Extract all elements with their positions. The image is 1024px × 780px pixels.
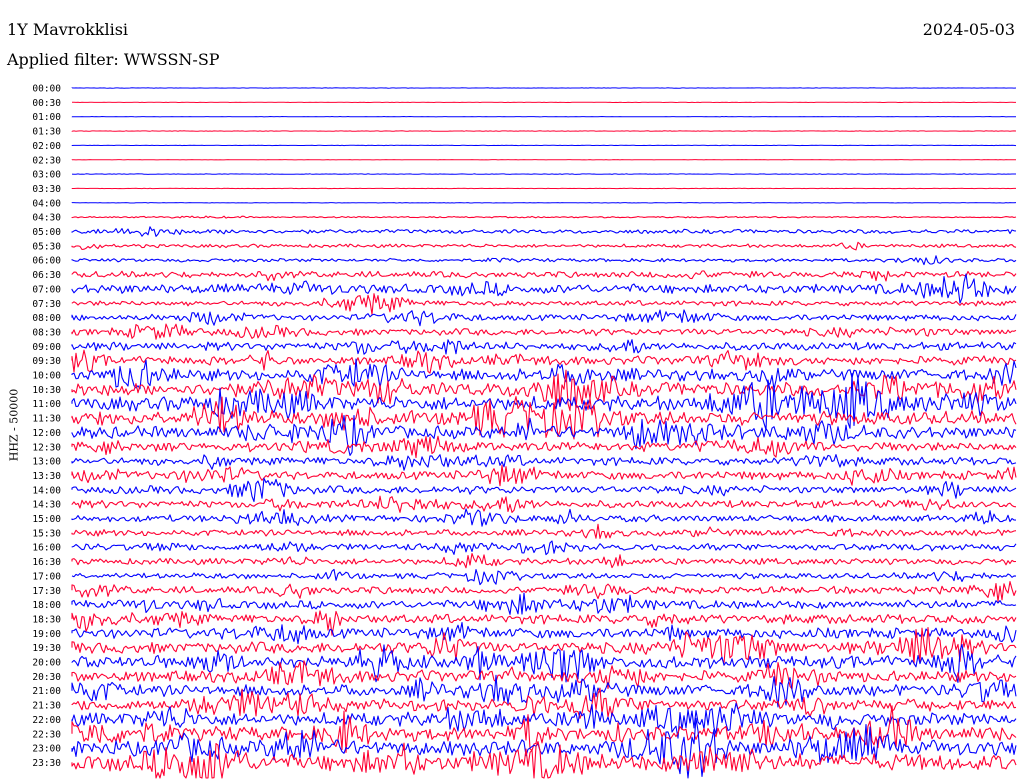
- trace-row-1030: [71, 369, 1017, 412]
- time-label-1100: 11:00: [32, 399, 61, 410]
- time-label-2030: 20:30: [32, 672, 61, 683]
- trace-row-1600: [71, 540, 1017, 556]
- time-label-0130: 01:30: [32, 127, 61, 138]
- trace-row-2300: [71, 717, 1017, 779]
- trace-row-0830: [71, 323, 1017, 340]
- time-label-0030: 00:30: [32, 98, 61, 109]
- time-label-1800: 18:00: [32, 600, 61, 611]
- time-label-0230: 02:30: [32, 155, 61, 166]
- time-label-1130: 11:30: [32, 414, 61, 425]
- time-label-0700: 07:00: [32, 284, 61, 295]
- trace-row-1200: [71, 414, 1017, 456]
- trace-row-0130: [71, 130, 1017, 132]
- trace-row-0430: [71, 215, 1017, 219]
- time-label-1930: 19:30: [32, 643, 61, 654]
- time-label-1630: 16:30: [32, 557, 61, 568]
- trace-row-0730: [71, 293, 1017, 315]
- time-label-0830: 08:30: [32, 327, 61, 338]
- time-label-1730: 17:30: [32, 586, 61, 597]
- time-label-0600: 06:00: [32, 256, 61, 267]
- trace-row-1700: [71, 568, 1017, 586]
- time-label-0400: 04:00: [32, 198, 61, 209]
- time-label-2200: 22:00: [32, 715, 61, 726]
- trace-row-0800: [71, 309, 1017, 327]
- trace-row-0600: [71, 255, 1017, 266]
- time-label-1600: 16:00: [32, 543, 61, 554]
- time-label-0200: 02:00: [32, 141, 61, 152]
- trace-row-0900: [71, 339, 1017, 355]
- time-label-0300: 03:00: [32, 170, 61, 181]
- trace-row-1500: [71, 508, 1017, 527]
- time-label-0930: 09:30: [32, 356, 61, 367]
- time-label-0430: 04:30: [32, 213, 61, 224]
- trace-row-1230: [71, 435, 1017, 459]
- time-label-1430: 14:30: [32, 500, 61, 511]
- trace-row-1330: [71, 464, 1017, 487]
- time-label-1300: 13:00: [32, 457, 61, 468]
- time-label-0500: 05:00: [32, 227, 61, 238]
- time-label-0530: 05:30: [32, 241, 61, 252]
- trace-row-0700: [71, 273, 1017, 304]
- trace-row-0400: [71, 202, 1017, 204]
- time-label-0900: 09:00: [32, 342, 61, 353]
- time-label-1530: 15:30: [32, 528, 61, 539]
- time-label-1230: 12:30: [32, 442, 61, 453]
- time-label-2300: 23:00: [32, 744, 61, 755]
- time-label-group: 00:00 00:30 01:00 01:30 02:00 02:30 03:00 03:30…: [32, 84, 61, 769]
- time-label-1700: 17:00: [32, 571, 61, 582]
- time-label-2230: 22:30: [32, 729, 61, 740]
- time-label-1200: 12:00: [32, 428, 61, 439]
- trace-row-0300: [71, 173, 1016, 175]
- trace-group: [71, 87, 1017, 779]
- time-label-0730: 07:30: [32, 299, 61, 310]
- trace-row-1800: [71, 592, 1017, 615]
- trace-row-1530: [71, 523, 1017, 539]
- trace-row-1300: [71, 454, 1017, 471]
- time-label-2000: 20:00: [32, 658, 61, 669]
- trace-row-2000: [71, 643, 1017, 683]
- time-label-1030: 10:30: [32, 385, 61, 396]
- trace-row-2030: [71, 660, 1017, 690]
- trace-row-0630: [71, 270, 1017, 282]
- trace-row-1830: [71, 610, 1017, 636]
- time-label-0800: 08:00: [32, 313, 61, 324]
- time-label-1830: 18:30: [32, 614, 61, 625]
- time-label-1330: 13:30: [32, 471, 61, 482]
- trace-row-1730: [71, 581, 1017, 602]
- time-label-1900: 19:00: [32, 629, 61, 640]
- time-label-0630: 06:30: [32, 270, 61, 281]
- time-label-1400: 14:00: [32, 485, 61, 496]
- trace-row-1430: [71, 495, 1017, 513]
- trace-row-0500: [71, 226, 1017, 237]
- trace-row-0930: [71, 349, 1017, 374]
- time-label-2330: 23:30: [32, 758, 61, 769]
- time-label-2100: 21:00: [32, 686, 61, 697]
- trace-row-2130: [71, 687, 1017, 719]
- helicorder-plot: 00:00 00:30 01:00 01:30 02:00 02:30 03:00 03:30…: [32, 84, 1017, 779]
- time-label-0330: 03:30: [32, 184, 61, 195]
- time-label-2130: 21:30: [32, 701, 61, 712]
- time-label-1500: 15:00: [32, 514, 61, 525]
- time-label-0000: 00:00: [32, 84, 61, 95]
- trace-row-0530: [71, 241, 1017, 251]
- trace-row-1630: [71, 552, 1017, 569]
- time-label-0100: 01:00: [32, 112, 61, 123]
- time-label-1000: 10:00: [32, 371, 61, 382]
- trace-row-1900: [71, 621, 1017, 645]
